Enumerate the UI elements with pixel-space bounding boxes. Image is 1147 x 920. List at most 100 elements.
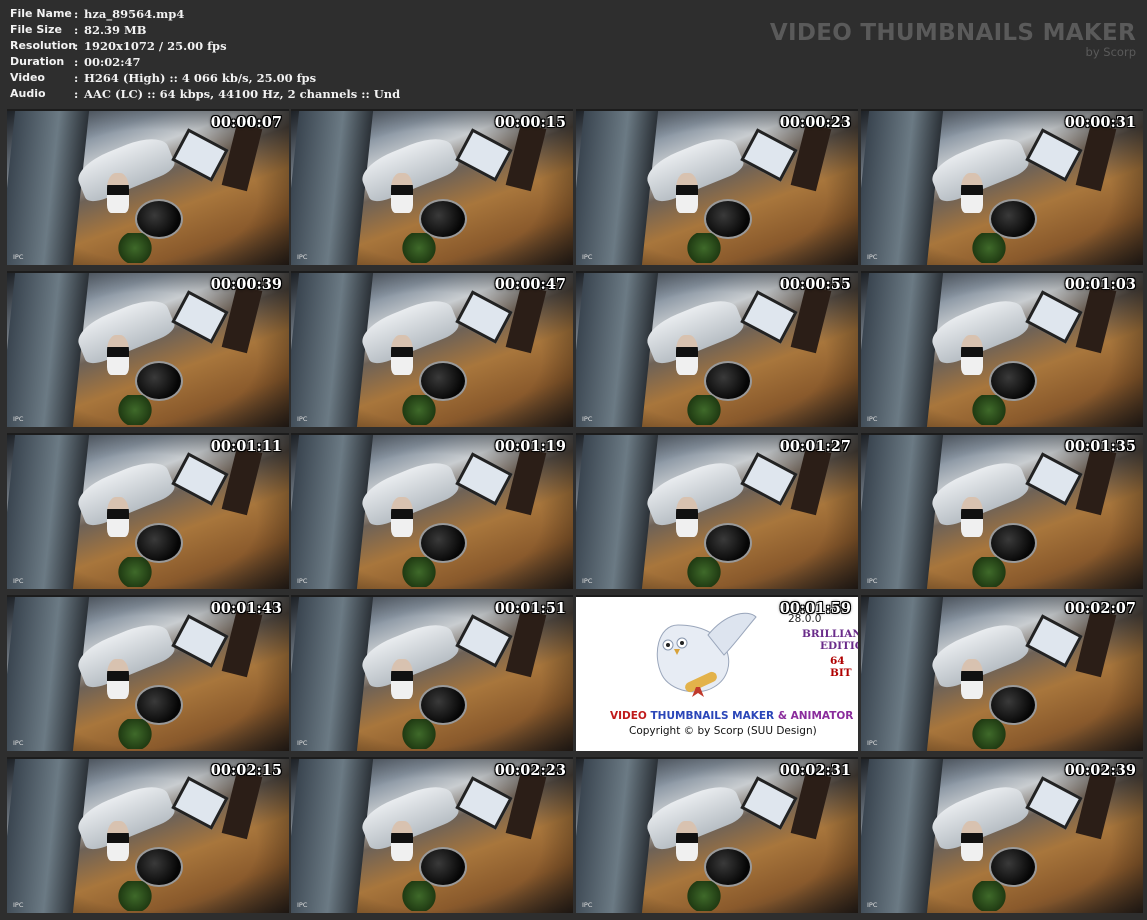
info-row-file-size: File Size:82.39 MB: [10, 22, 400, 38]
frame-tv: [740, 128, 798, 182]
thumbnail-timestamp: 00:01:51: [494, 600, 566, 617]
thumbnail-frame[interactable]: IPC 00:00:39: [7, 271, 289, 427]
thumbnail-frame[interactable]: IPC 00:00:31: [861, 109, 1143, 265]
thumbnail-logo-frame[interactable]: 28.0.0BRILLIANCEEDITION64 BITVIDEO THUMB…: [576, 595, 858, 751]
frame-wall: [291, 759, 374, 913]
thumbnail-frame[interactable]: IPC 00:02:15: [7, 757, 289, 913]
frame-figure: [107, 659, 129, 699]
info-separator: :: [74, 23, 79, 37]
frame-figure: [107, 497, 129, 537]
thumbnail-frame[interactable]: IPC 00:00:55: [576, 271, 858, 427]
info-row-duration: Duration:00:02:47: [10, 54, 400, 70]
thumbnail-frame[interactable]: IPC 00:02:39: [861, 757, 1143, 913]
info-separator: :: [74, 87, 79, 101]
frame-door: [790, 446, 832, 516]
frame-camera-label: IPC: [867, 739, 878, 747]
frame-tv: [1025, 128, 1083, 182]
frame-camera-label: IPC: [582, 577, 593, 585]
frame-camera-label: IPC: [582, 901, 593, 909]
info-value-file-name: hza_89564.mp4: [84, 7, 185, 21]
thumbnail-timestamp: 00:00:07: [210, 114, 282, 131]
frame-plant: [401, 395, 437, 425]
frame-figure: [391, 659, 413, 699]
frame-plant: [401, 719, 437, 749]
frame-tv: [740, 776, 798, 830]
thumbnail-frame[interactable]: IPC 00:00:07: [7, 109, 289, 265]
info-separator: :: [74, 55, 79, 69]
thumbnail-timestamp: 00:00:39: [210, 276, 282, 293]
thumbnail-timestamp: 00:01:19: [494, 438, 566, 455]
frame-plant: [686, 233, 722, 263]
frame-figure: [961, 335, 983, 375]
file-info-panel: File Name: hza_89564.mp4 File Size:82.39 …: [10, 6, 400, 102]
frame-door: [790, 770, 832, 840]
frame-plant: [401, 881, 437, 911]
logo-edition-line-1: BRILLIANCE: [802, 628, 858, 640]
logo-copyright: Copyright © by Scorp (SUU Design): [629, 725, 817, 737]
thumbnail-frame[interactable]: IPC 00:01:43: [7, 595, 289, 751]
info-value-audio: AAC (LC) :: 64 kbps, 44100 Hz, 2 channel…: [84, 87, 401, 101]
thumbnail-frame[interactable]: IPC 00:01:51: [291, 595, 573, 751]
frame-tv: [171, 776, 229, 830]
frame-figure: [961, 659, 983, 699]
thumbnail-timestamp: 00:00:47: [494, 276, 566, 293]
frame-wall: [576, 435, 659, 589]
info-separator: :: [74, 7, 79, 21]
thumbnail-timestamp: 00:00:23: [779, 114, 851, 131]
thumbnail-frame[interactable]: IPC 00:02:31: [576, 757, 858, 913]
thumbnail-frame[interactable]: IPC 00:01:35: [861, 433, 1143, 589]
logo-edition-line-2: EDITION: [820, 640, 858, 652]
frame-tv: [740, 290, 798, 344]
thumbnail-frame[interactable]: IPC 00:01:11: [7, 433, 289, 589]
brand-title: VIDEO THUMBNAILS MAKER: [769, 20, 1136, 46]
thumbnail-timestamp: 00:00:15: [494, 114, 566, 131]
thumbnail-frame[interactable]: IPC 00:00:23: [576, 109, 858, 265]
frame-image: [576, 273, 858, 427]
frame-tv: [171, 128, 229, 182]
thumbnail-timestamp: 00:00:55: [779, 276, 851, 293]
thumbnail-frame[interactable]: IPC 00:01:03: [861, 271, 1143, 427]
frame-tv: [1025, 776, 1083, 830]
thumbnail-frame[interactable]: IPC 00:01:27: [576, 433, 858, 589]
frame-figure: [961, 497, 983, 537]
frame-wall: [576, 111, 659, 265]
frame-wall: [7, 273, 90, 427]
frame-tv: [455, 128, 513, 182]
thumbnail-timestamp: 00:02:31: [779, 762, 851, 779]
info-row-audio: Audio: AAC (LC) :: 64 kbps, 44100 Hz, 2 c…: [10, 86, 400, 102]
thumbnail-timestamp: 00:00:31: [1064, 114, 1136, 131]
frame-figure: [391, 497, 413, 537]
info-row-video: Video: H264 (High) :: 4 066 kb/s, 25.00 f…: [10, 70, 400, 86]
frame-plant: [686, 557, 722, 587]
frame-image: [291, 597, 573, 751]
thumbnail-frame[interactable]: IPC 00:02:07: [861, 595, 1143, 751]
frame-tv: [1025, 290, 1083, 344]
frame-camera-label: IPC: [297, 739, 308, 747]
thumbnail-frame[interactable]: IPC 00:02:23: [291, 757, 573, 913]
frame-wall: [861, 435, 944, 589]
frame-image: [7, 435, 289, 589]
thumbnail-frame[interactable]: IPC 00:00:15: [291, 109, 573, 265]
frame-image: [576, 111, 858, 265]
frame-wall: [861, 597, 944, 751]
frame-door: [1075, 122, 1117, 192]
thumbnail-frame[interactable]: IPC 00:00:47: [291, 271, 573, 427]
frame-camera-label: IPC: [13, 739, 24, 747]
frame-image: [7, 597, 289, 751]
frame-door: [790, 284, 832, 354]
frame-plant: [686, 881, 722, 911]
thumbnail-timestamp: 00:01:27: [779, 438, 851, 455]
logo-name-part-3: & ANIMATOR: [777, 710, 854, 722]
info-key: File Size: [10, 23, 62, 36]
frame-plant: [117, 395, 153, 425]
frame-figure: [961, 173, 983, 213]
frame-plant: [117, 557, 153, 587]
frame-tv: [455, 776, 513, 830]
frame-figure: [676, 821, 698, 861]
frame-figure: [961, 821, 983, 861]
frame-door: [505, 284, 547, 354]
thumbnail-frame[interactable]: IPC 00:01:19: [291, 433, 573, 589]
frame-image: [7, 111, 289, 265]
logo-name-part-2: THUMBNAILS MAKER: [650, 710, 775, 722]
frame-door: [505, 608, 547, 678]
